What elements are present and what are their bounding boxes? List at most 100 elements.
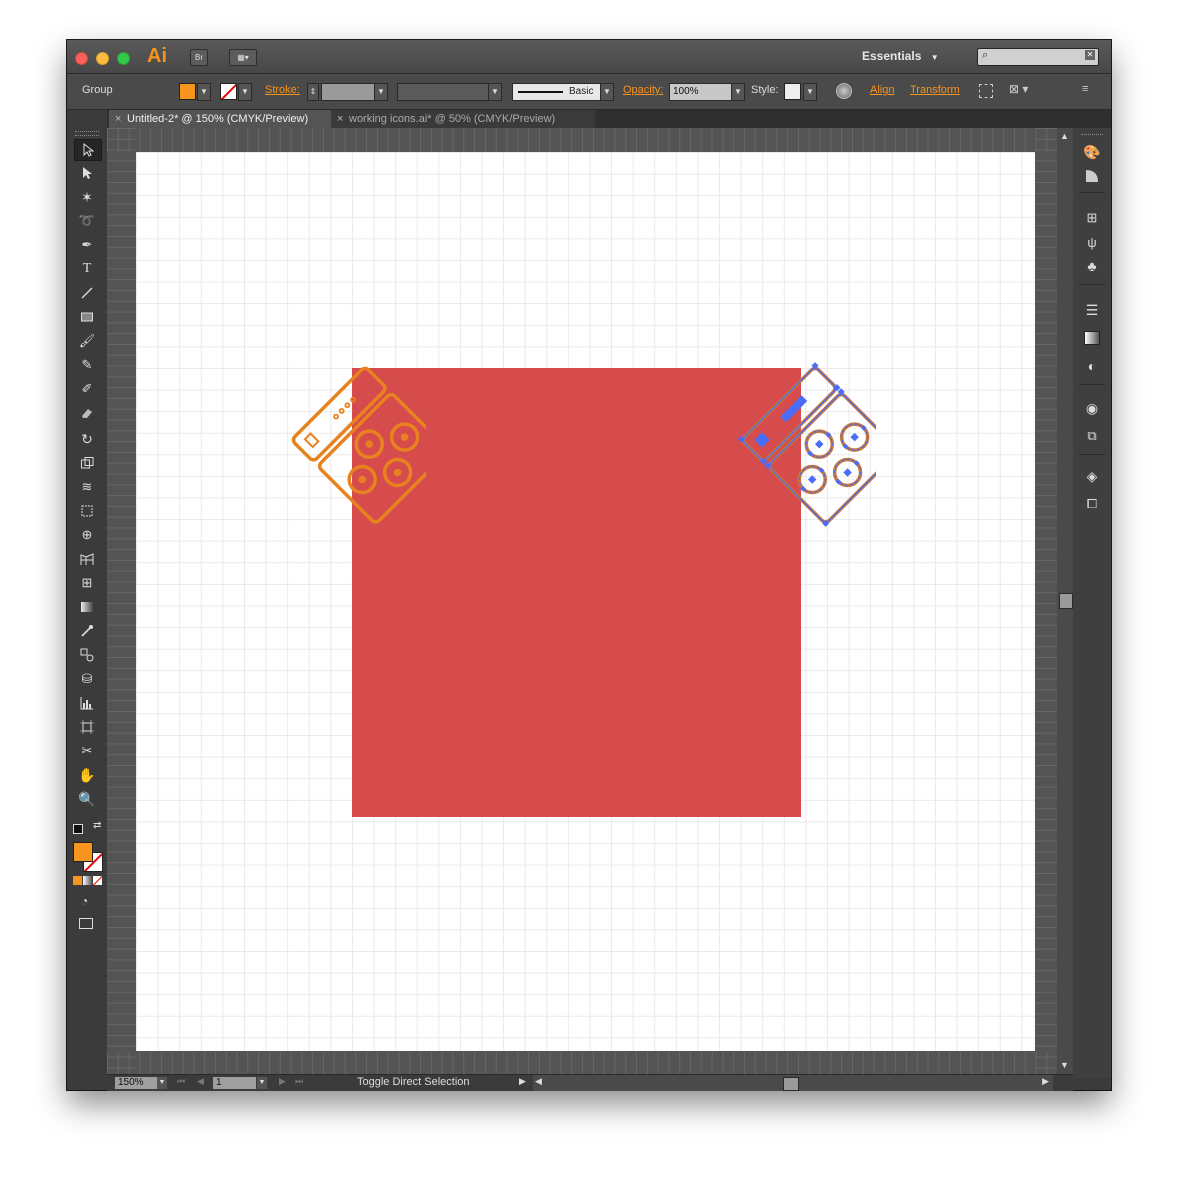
fill-color-box[interactable]	[73, 842, 93, 862]
artboard-tool[interactable]	[74, 717, 100, 737]
artboard[interactable]	[136, 152, 1035, 1051]
horizontal-scroll-thumb[interactable]	[783, 1077, 799, 1091]
variable-width-profile[interactable]	[397, 83, 489, 101]
panel-menu-icon[interactable]: ≡	[1082, 83, 1088, 95]
align-panel-link[interactable]: Align	[870, 84, 894, 96]
stroke-weight-dropdown[interactable]: ▼	[374, 83, 388, 101]
graphic-style-swatch[interactable]	[784, 83, 801, 100]
stroke-weight-stepper[interactable]: ⇕	[307, 83, 319, 101]
width-tool[interactable]: ≋	[74, 477, 100, 497]
rectangle-tool[interactable]	[74, 307, 100, 327]
next-artboard-button[interactable]: ▶	[279, 1076, 286, 1087]
previous-artboard-button[interactable]: ◀	[197, 1076, 204, 1087]
opacity-panel-link[interactable]: Opacity:	[623, 84, 663, 96]
appearance-panel-button[interactable]: ◉	[1082, 398, 1102, 418]
last-artboard-button[interactable]: ⏭	[295, 1076, 303, 1087]
hand-tool[interactable]: ✋	[74, 765, 100, 785]
layers-panel-button[interactable]: ◈	[1082, 466, 1102, 486]
none-mode-button[interactable]	[93, 876, 102, 885]
transform-panel-link[interactable]: Transform	[910, 84, 960, 96]
blend-tool[interactable]	[74, 645, 100, 665]
swatches-panel-button[interactable]: ⊞	[1082, 208, 1102, 228]
paintbrush-tool[interactable]: 🖌	[74, 331, 100, 351]
scroll-left-arrow[interactable]: ◀	[535, 1076, 542, 1087]
horizontal-scrollbar[interactable]: ◀ ▶	[533, 1075, 1053, 1091]
color-mode-button[interactable]	[73, 876, 82, 885]
opacity-dropdown[interactable]: ▼	[731, 83, 745, 101]
scroll-right-arrow[interactable]: ▶	[1042, 1076, 1049, 1087]
perspective-grid-tool[interactable]	[74, 549, 100, 569]
drawing-mode-icon[interactable]: ◔	[81, 894, 88, 908]
artboards-panel-button[interactable]: ⧠	[1082, 494, 1102, 514]
envelope-distort-icon[interactable]: ⊠ ▾	[1009, 82, 1028, 96]
color-panel-button[interactable]: 🎨	[1082, 142, 1102, 162]
close-tab-icon[interactable]: ×	[115, 110, 121, 128]
vertical-scrollbar[interactable]: ▲ ▼	[1057, 128, 1073, 1074]
scroll-up-arrow[interactable]: ▲	[1060, 131, 1069, 141]
swap-fill-stroke-icon[interactable]: ⇄	[93, 820, 101, 831]
fill-dropdown[interactable]: ▼	[197, 83, 211, 101]
stove-icon-right-selected[interactable]	[706, 357, 876, 537]
zoom-tool[interactable]: 🔍	[74, 789, 100, 809]
brush-definition-dropdown[interactable]: ▼	[600, 83, 614, 101]
status-menu-arrow[interactable]: ▶	[519, 1076, 526, 1087]
stroke-swatch[interactable]	[220, 83, 237, 100]
lasso-tool[interactable]: ➰	[74, 211, 100, 231]
selection-tool[interactable]	[74, 139, 102, 161]
brushes-panel-button[interactable]: ψ	[1082, 232, 1102, 252]
graphic-style-dropdown[interactable]: ▼	[803, 83, 817, 101]
screen-mode-icon[interactable]	[79, 918, 93, 929]
search-input[interactable]: ⌕ ✕	[977, 48, 1099, 66]
default-fill-stroke-icon[interactable]	[73, 824, 83, 834]
gradient-panel-button[interactable]	[1082, 328, 1102, 348]
bridge-button[interactable]: Br	[190, 49, 208, 66]
close-window-button[interactable]	[75, 52, 88, 65]
free-transform-tool[interactable]	[74, 501, 100, 521]
stove-icon-left[interactable]	[256, 357, 426, 537]
close-tab-icon[interactable]: ×	[337, 110, 343, 128]
arrange-documents-button[interactable]: ▦▾	[229, 49, 257, 66]
zoom-field[interactable]: 150%	[115, 1077, 158, 1089]
magic-wand-tool[interactable]: ✶	[74, 187, 100, 207]
tab-working-icons[interactable]: × working icons.ai* @ 50% (CMYK/Preview)	[331, 110, 595, 128]
stroke-weight-field[interactable]	[321, 83, 375, 101]
dock-grip[interactable]	[1081, 134, 1103, 137]
scale-tool[interactable]	[74, 453, 100, 473]
gradient-mode-button[interactable]	[83, 876, 92, 885]
canvas-area[interactable]	[107, 128, 1057, 1074]
mesh-tool[interactable]: ⊞	[74, 573, 100, 593]
transparency-panel-button[interactable]: ◐	[1082, 356, 1102, 376]
tab-untitled-2[interactable]: × Untitled-2* @ 150% (CMYK/Preview)	[109, 110, 345, 128]
minimize-window-button[interactable]	[96, 52, 109, 65]
eraser-tool[interactable]	[74, 403, 100, 423]
fill-swatch[interactable]	[179, 83, 196, 100]
isolate-selected-icon[interactable]	[979, 84, 993, 98]
stroke-swatch-dropdown[interactable]: ▼	[238, 83, 252, 101]
graphic-styles-panel-button[interactable]: ⧉	[1082, 426, 1102, 446]
eyedropper-tool[interactable]	[74, 621, 100, 641]
recolor-artwork-icon[interactable]	[836, 83, 852, 99]
symbols-panel-button[interactable]: ♣	[1082, 256, 1102, 276]
first-artboard-button[interactable]: ⏮	[177, 1076, 185, 1087]
line-tool[interactable]	[74, 283, 100, 303]
stroke-panel-button[interactable]: ☰	[1082, 300, 1102, 320]
tools-panel-grip[interactable]	[75, 131, 99, 136]
stroke-panel-link[interactable]: Stroke:	[265, 84, 300, 96]
rotate-tool[interactable]: ↻	[74, 429, 100, 449]
symbol-sprayer-tool[interactable]: ⛁	[74, 669, 100, 689]
zoom-window-button[interactable]	[117, 52, 130, 65]
pen-tool[interactable]: ✒	[74, 235, 100, 255]
type-tool[interactable]: T	[74, 259, 100, 279]
blob-brush-tool[interactable]: ✐	[74, 379, 100, 399]
zoom-dropdown[interactable]: ▼	[157, 1077, 167, 1089]
scroll-down-arrow[interactable]: ▼	[1060, 1060, 1069, 1070]
artboard-number-dropdown[interactable]: ▼	[257, 1077, 267, 1089]
brush-definition-field[interactable]: Basic	[512, 83, 610, 101]
workspace-switcher[interactable]: Essentials ▼	[862, 49, 962, 63]
color-guide-panel-button[interactable]	[1082, 166, 1102, 186]
column-graph-tool[interactable]	[74, 693, 100, 713]
variable-width-dropdown[interactable]: ▼	[488, 83, 502, 101]
direct-selection-tool[interactable]	[74, 163, 100, 183]
vertical-scroll-thumb[interactable]	[1059, 593, 1073, 609]
clear-search-icon[interactable]: ✕	[1085, 50, 1095, 60]
